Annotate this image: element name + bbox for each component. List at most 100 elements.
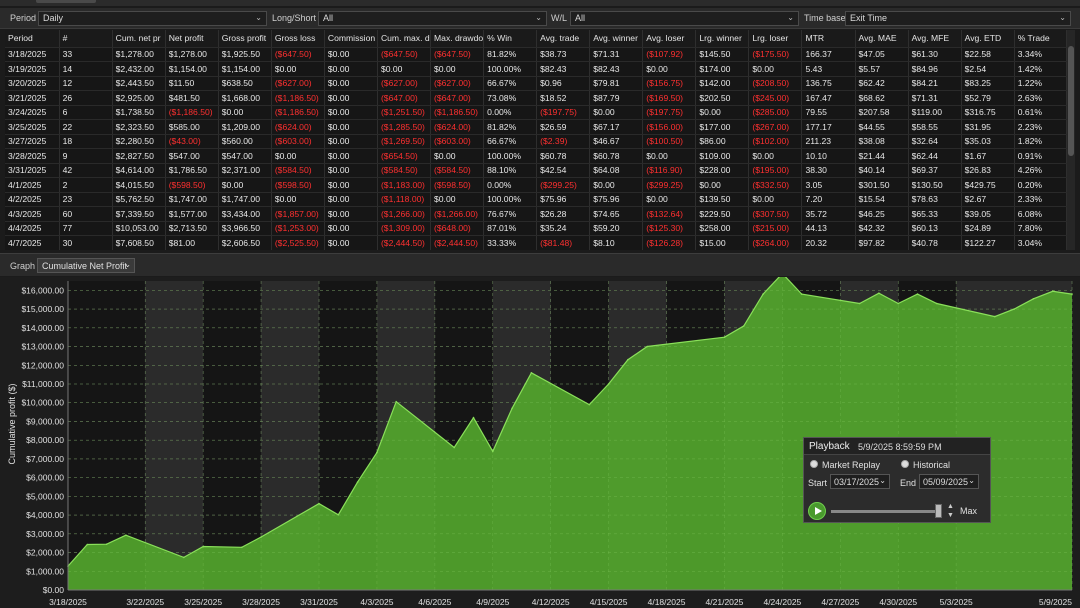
- graph-mode-select[interactable]: Cumulative Net Profit ⌄: [37, 258, 135, 273]
- column-header[interactable]: % Trade: [1014, 30, 1067, 48]
- table-cell: 87.01%: [483, 221, 538, 236]
- table-cell: ($598.50): [165, 177, 219, 193]
- column-header[interactable]: Avg. MAE: [855, 30, 909, 48]
- table-cell: $1,747.00: [165, 192, 219, 207]
- table-cell: 4/4/2025: [5, 221, 60, 236]
- table-cell: $0.00: [748, 192, 803, 207]
- table-cell: $40.78: [908, 235, 962, 250]
- column-header[interactable]: Lrg. winner: [695, 30, 750, 48]
- column-header[interactable]: Cum. max. d: [377, 30, 432, 48]
- table-cell: ($1,186.50): [430, 105, 485, 120]
- table-row[interactable]: 3/21/2025 26 $2,925.00 $481.50 $1,668.00 ($1,…: [5, 90, 1067, 106]
- table-cell: 44.13: [801, 221, 856, 236]
- data-point: [202, 545, 204, 548]
- table-cell: $0.00: [324, 90, 378, 106]
- x-tick-label: 3/25/2025: [184, 597, 222, 607]
- column-header[interactable]: Max. drawdo: [430, 30, 485, 48]
- column-header[interactable]: Cum. net pr: [112, 30, 166, 48]
- speed-spinner[interactable]: ▲ ▼: [946, 502, 955, 520]
- top-tab[interactable]: [36, 0, 96, 3]
- table-cell: 38.30: [801, 163, 856, 178]
- column-header[interactable]: Gross profit: [218, 30, 272, 48]
- table-cell: $1,668.00: [218, 90, 272, 106]
- playback-speed-slider[interactable]: [831, 510, 941, 513]
- scrollbar-thumb[interactable]: [1068, 46, 1074, 156]
- column-header[interactable]: Avg. trade: [536, 30, 591, 48]
- table-cell: 66.67%: [483, 76, 538, 91]
- table-row[interactable]: 3/25/2025 22 $2,323.50 $585.00 $1,209.00 ($62…: [5, 119, 1067, 135]
- market-replay-radio[interactable]: [810, 460, 818, 468]
- end-date-picker[interactable]: 05/09/2025 ⌄: [919, 474, 979, 489]
- table-cell: $7,339.50: [112, 206, 166, 222]
- table-row[interactable]: 3/31/2025 42 $4,614.00 $1,786.50 $2,371.00 ($…: [5, 163, 1067, 178]
- max-label: Max: [960, 506, 978, 516]
- table-cell: $0.00: [218, 177, 272, 193]
- table-cell: ($627.00): [377, 76, 432, 91]
- playback-timestamp: 5/9/2025 8:59:59 PM: [858, 442, 942, 452]
- play-button[interactable]: [808, 502, 826, 520]
- table-cell: ($627.00): [430, 76, 485, 91]
- table-cell: 20.32: [801, 235, 856, 250]
- table-row[interactable]: 3/20/2025 12 $2,443.50 $11.50 $638.50 ($627.0…: [5, 76, 1067, 91]
- table-cell: $1,154.00: [218, 61, 272, 77]
- table-cell: ($169.50): [642, 90, 697, 106]
- vertical-scrollbar[interactable]: [1067, 30, 1075, 250]
- table-row[interactable]: 4/3/2025 60 $7,339.50 $1,577.00 $3,434.00 ($1…: [5, 206, 1067, 222]
- table-row[interactable]: 3/27/2025 18 $2,280.50 ($43.00) $560.00 ($603…: [5, 134, 1067, 149]
- table-row[interactable]: 3/18/2025 33 $1,278.00 $1,278.00 $1,925.50 ($…: [5, 47, 1067, 62]
- table-row[interactable]: 4/4/2025 77 $10,053.00 $2,713.50 $3,966.50 ($…: [5, 221, 1067, 236]
- column-header[interactable]: #: [59, 30, 113, 48]
- x-tick-label: 4/21/2025: [706, 597, 744, 607]
- column-header[interactable]: Avg. MFE: [908, 30, 962, 48]
- table-cell: ($1,253.00): [271, 221, 325, 236]
- historical-radio[interactable]: [901, 460, 909, 468]
- column-header[interactable]: MTR: [801, 30, 856, 48]
- table-cell: ($81.48): [536, 235, 591, 250]
- column-header[interactable]: Avg. loser: [642, 30, 697, 48]
- table-cell: ($43.00): [165, 134, 219, 149]
- table-row[interactable]: 4/1/2025 2 $4,015.50 ($598.50) $0.00 ($598.50…: [5, 177, 1067, 193]
- table-cell: ($208.50): [748, 76, 803, 91]
- table-row[interactable]: 3/24/2025 6 $1,738.50 ($1,186.50) $0.00 ($1,1…: [5, 105, 1067, 120]
- table-cell: $1,154.00: [165, 61, 219, 77]
- table-cell: 77: [59, 221, 113, 236]
- column-header[interactable]: Net profit: [165, 30, 219, 48]
- table-row[interactable]: 3/19/2025 14 $2,432.00 $1,154.00 $1,154.00 $0…: [5, 61, 1067, 77]
- table-cell: $0.00: [324, 163, 378, 178]
- table-cell: $10,053.00: [112, 221, 166, 236]
- column-header[interactable]: Lrg. loser: [748, 30, 803, 48]
- table-row[interactable]: 4/2/2025 23 $5,762.50 $1,747.00 $1,747.00 $0.…: [5, 192, 1067, 207]
- table-cell: $207.58: [855, 105, 909, 120]
- x-tick-label: 4/27/2025: [821, 597, 859, 607]
- table-cell: $0.00: [218, 105, 272, 120]
- column-header[interactable]: % Win: [483, 30, 538, 48]
- table-cell: $0.00: [324, 76, 378, 91]
- table-cell: $83.25: [961, 76, 1015, 91]
- table-cell: $61.30: [908, 47, 962, 62]
- column-header[interactable]: Gross loss: [271, 30, 325, 48]
- table-cell: $0.00: [642, 61, 697, 77]
- table-cell: $2,925.00: [112, 90, 166, 106]
- table-cell: ($624.00): [430, 119, 485, 135]
- slider-thumb[interactable]: [935, 504, 942, 518]
- column-header[interactable]: Commission: [324, 30, 378, 48]
- timebase-select[interactable]: Exit Time ⌄: [845, 11, 1071, 26]
- table-row[interactable]: 4/7/2025 30 $7,608.50 $81.00 $2,606.50 ($2,52…: [5, 235, 1067, 250]
- table-cell: ($1,266.00): [377, 206, 432, 222]
- column-header[interactable]: Avg. ETD: [961, 30, 1015, 48]
- start-date-picker[interactable]: 03/17/2025 ⌄: [830, 474, 890, 489]
- y-tick-label: $12,000.00: [21, 360, 64, 370]
- table-cell: $142.00: [695, 76, 750, 91]
- table-cell: $35.03: [961, 134, 1015, 149]
- wl-select[interactable]: All ⌄: [570, 11, 799, 26]
- historical-label: Historical: [913, 460, 951, 470]
- table-cell: ($197.75): [642, 105, 697, 120]
- column-header[interactable]: Period: [5, 30, 60, 48]
- table-cell: ($1,269.50): [377, 134, 432, 149]
- table-cell: ($195.00): [748, 163, 803, 178]
- table-row[interactable]: 3/28/2025 9 $2,827.50 $547.00 $547.00 $0.00 $0…: [5, 148, 1067, 164]
- table-cell: ($2,444.50): [377, 235, 432, 250]
- period-select[interactable]: Daily ⌄: [38, 11, 267, 26]
- column-header[interactable]: Avg. winner: [589, 30, 644, 48]
- longshort-select[interactable]: All ⌄: [318, 11, 547, 26]
